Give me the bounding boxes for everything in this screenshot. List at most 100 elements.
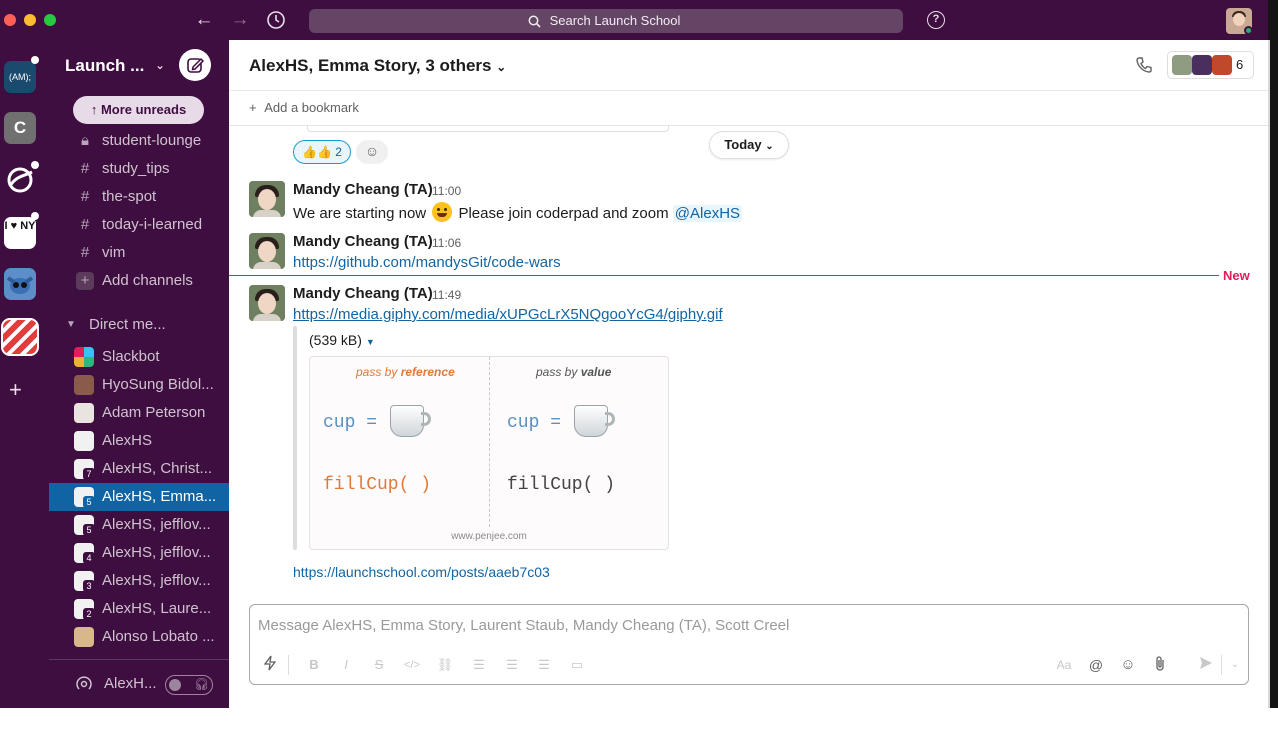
message-link[interactable]: https://launchschool.com/posts/aaeb7c03 <box>293 564 550 580</box>
message-link[interactable]: https://github.com/mandysGit/code-wars <box>293 254 561 271</box>
bold-icon[interactable]: B <box>304 655 324 675</box>
reaction-thumbs-up[interactable]: 👍👍 2 <box>293 140 351 164</box>
sidebar-channel-study-tips[interactable]: # study_tips <box>49 155 229 183</box>
message-time[interactable]: 11:49 <box>432 288 461 302</box>
avatar[interactable] <box>249 233 285 269</box>
workspace-am[interactable]: (AM); <box>4 61 36 93</box>
sidebar-dm-group-active[interactable]: 5 AlexHS, Emma... <box>49 483 229 511</box>
code-block-icon[interactable]: ▭ <box>567 655 587 675</box>
gif-caption-text: value <box>580 365 612 379</box>
composer-placeholder[interactable]: Message AlexHS, Emma Story, Laurent Stau… <box>258 617 789 634</box>
workspace-launch-school[interactable] <box>1 318 39 356</box>
formatting-icon[interactable]: Aa <box>1054 655 1074 675</box>
sidebar-dm-group[interactable]: 4 AlexHS, jefflov... <box>49 539 229 567</box>
file-size-toggle[interactable]: (539 kB) ▼ <box>309 332 375 348</box>
message-composer[interactable]: Message AlexHS, Emma Story, Laurent Stau… <box>249 604 1249 685</box>
sidebar-channel-today-i-learned[interactable]: # today-i-learned <box>49 211 229 239</box>
compose-button[interactable] <box>179 49 211 81</box>
user-mention[interactable]: @AlexHS <box>672 205 743 222</box>
minimize-window-button[interactable] <box>24 14 36 26</box>
shortcuts-icon[interactable] <box>260 655 280 675</box>
unread-dot <box>31 161 39 169</box>
forward-arrow-icon[interactable]: → <box>229 10 251 32</box>
message-author[interactable]: Mandy Cheang (TA) <box>293 285 433 302</box>
avatar[interactable] <box>249 181 285 217</box>
dm-label: HyoSung Bidol... <box>102 376 214 393</box>
search-icon <box>528 15 541 28</box>
sidebar-channel-the-spot[interactable]: # the-spot <box>49 183 229 211</box>
gif-code-text: cup = <box>323 413 378 433</box>
message-time[interactable]: 11:06 <box>432 236 461 250</box>
workspace-i-love-ny[interactable]: I ♥ NY <box>4 217 36 249</box>
phone-icon[interactable] <box>1135 56 1153 79</box>
italic-icon[interactable]: I <box>336 655 356 675</box>
more-unreads-button[interactable]: ↑ More unreads <box>73 96 204 124</box>
sidebar: Launch ... ⌄ ↑ More unreads 🔒︎ student-lo… <box>49 40 229 708</box>
help-icon[interactable]: ? <box>927 11 945 29</box>
huddle-icon <box>76 676 92 690</box>
send-icon[interactable] <box>1196 655 1216 675</box>
arrow-up-icon: ↑ <box>90 102 101 117</box>
huddle-toggle[interactable]: 🎧︎ <box>165 675 213 695</box>
message-author[interactable]: Mandy Cheang (TA) <box>293 233 433 250</box>
sidebar-dm-group[interactable]: 3 AlexHS, jefflov... <box>49 567 229 595</box>
workspace-label: I ♥ NY <box>4 220 36 232</box>
workspace-stitch[interactable] <box>4 268 36 300</box>
avatar[interactable] <box>249 285 285 321</box>
add-channels-label: Add channels <box>102 272 193 289</box>
sidebar-dm-slackbot[interactable]: Slackbot <box>49 343 229 371</box>
sidebar-dm-group[interactable]: 7 AlexHS, Christ... <box>49 455 229 483</box>
gif-preview[interactable]: pass by reference pass by value cup = cu… <box>309 356 669 550</box>
add-reaction-button[interactable]: ☺︎ <box>356 140 388 164</box>
sidebar-dm-group[interactable]: 5 AlexHS, jefflov... <box>49 511 229 539</box>
attachment-icon[interactable] <box>1150 655 1170 675</box>
section-label: Direct me... <box>89 316 166 333</box>
message-author[interactable]: Mandy Cheang (TA) <box>293 181 433 198</box>
chevron-down-icon[interactable]: ⌄ <box>155 58 165 72</box>
sidebar-dm-alonso[interactable]: Alonso Lobato ... <box>49 623 229 651</box>
dm-label: AlexHS <box>102 432 153 449</box>
mention-icon[interactable]: @ <box>1086 655 1106 675</box>
user-avatar[interactable] <box>1226 8 1252 34</box>
workspace-c[interactable]: C <box>4 112 36 144</box>
message-link[interactable]: https://media.giphy.com/media/xUPGcLrX5N… <box>293 306 723 323</box>
ordered-list-icon[interactable]: ☰ <box>469 655 489 675</box>
emoji-icon[interactable]: ☺︎ <box>1118 655 1138 675</box>
gif-code-text: cup = <box>507 413 562 433</box>
sidebar-dm-hyosung[interactable]: HyoSung Bidol... <box>49 371 229 399</box>
add-emoji-icon: ☺︎ <box>364 143 380 159</box>
blockquote-icon[interactable]: ☰ <box>534 655 554 675</box>
date-divider-today[interactable]: Today ⌄ <box>709 131 789 159</box>
gif-caption-text: reference <box>400 365 455 379</box>
channel-title[interactable]: AlexHS, Emma Story, 3 others ⌄ <box>249 56 506 76</box>
back-arrow-icon[interactable]: ← <box>193 10 215 32</box>
members-button[interactable]: 6 <box>1167 51 1254 79</box>
sidebar-dm-adam-peterson[interactable]: Adam Peterson <box>49 399 229 427</box>
sidebar-dm-group[interactable]: 2 AlexHS, Laure... <box>49 595 229 623</box>
previous-image-attachment[interactable] <box>307 126 669 132</box>
message-time[interactable]: 11:00 <box>432 184 461 198</box>
link-icon[interactable]: ⛓︎ <box>435 655 455 675</box>
code-icon[interactable]: </> <box>402 655 422 675</box>
sidebar-dm-alexhs[interactable]: AlexHS <box>49 427 229 455</box>
add-channels-button[interactable]: + Add channels <box>49 267 229 295</box>
bulleted-list-icon[interactable]: ☰ <box>502 655 522 675</box>
dm-label: AlexHS, jefflov... <box>102 572 211 589</box>
direct-messages-section[interactable]: ▼ Direct me... <box>49 311 229 339</box>
reaction-count: 2 <box>335 145 342 159</box>
new-messages-divider <box>229 275 1219 276</box>
workspace-name[interactable]: Launch ... <box>65 56 144 76</box>
send-options-chevron-icon[interactable]: ⌄ <box>1225 655 1245 675</box>
zoom-window-button[interactable] <box>44 14 56 26</box>
gif-caption-text: pass by <box>356 365 398 379</box>
workspace-loop[interactable] <box>4 164 36 196</box>
search-bar[interactable]: Search Launch School <box>309 9 903 33</box>
history-icon[interactable] <box>265 10 287 32</box>
add-bookmark-button[interactable]: + Add a bookmark <box>249 100 359 115</box>
strikethrough-icon[interactable]: S <box>369 655 389 675</box>
add-workspace-icon[interactable]: + <box>9 377 22 403</box>
close-window-button[interactable] <box>4 14 16 26</box>
sidebar-channel-student-lounge[interactable]: 🔒︎ student-lounge <box>49 127 229 155</box>
dm-label: Adam Peterson <box>102 404 206 421</box>
sidebar-channel-vim[interactable]: # vim <box>49 239 229 267</box>
